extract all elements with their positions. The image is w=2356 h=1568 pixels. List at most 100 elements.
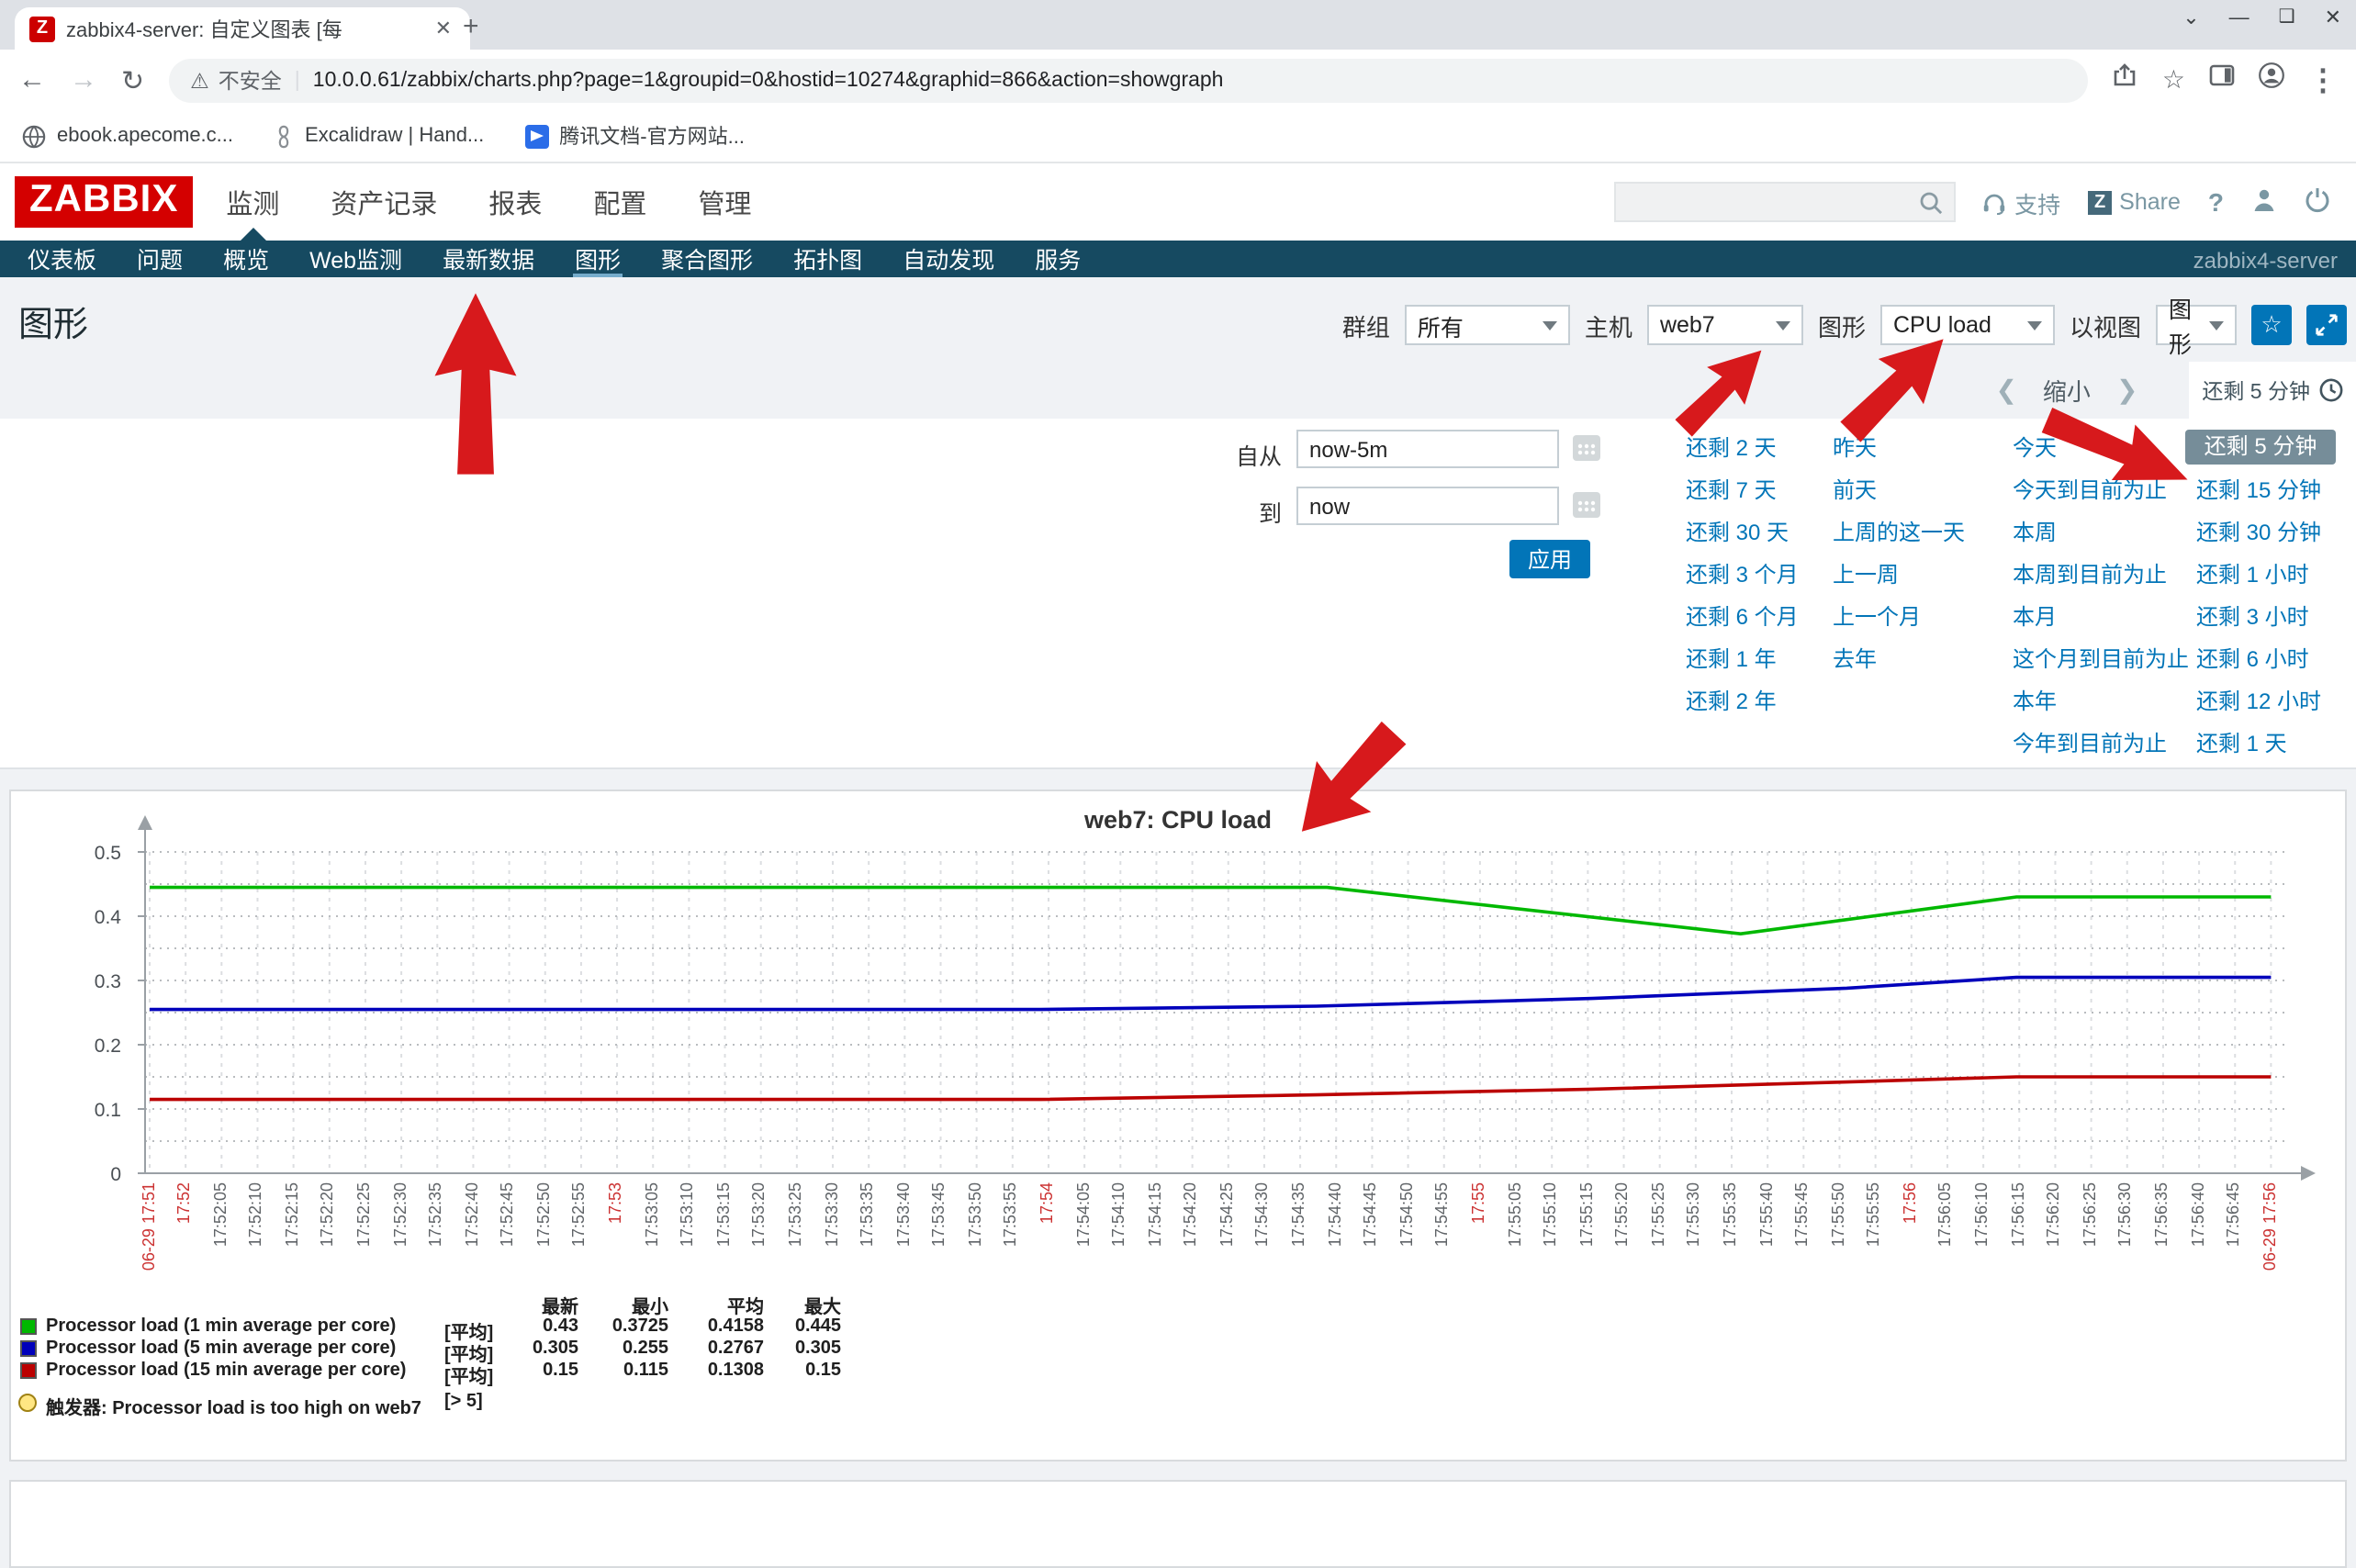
x-tick-label: 17:54:10 bbox=[1109, 1182, 1128, 1247]
zabbix-header: ZABBIX 监测资产记录报表配置管理 支持 Z Share ? bbox=[0, 163, 2356, 241]
tab-close-icon[interactable]: ✕ bbox=[432, 17, 455, 40]
from-input[interactable] bbox=[1296, 430, 1559, 468]
sub-nav-item-1[interactable]: 问题 bbox=[117, 241, 203, 281]
time-preset-link[interactable]: 还剩 30 天 bbox=[1686, 514, 1799, 556]
main-nav-item-2[interactable]: 报表 bbox=[488, 162, 542, 241]
trigger-label: 触发器: Processor load is too high on web7 bbox=[46, 1392, 421, 1419]
sub-nav-item-0[interactable]: 仪表板 bbox=[7, 241, 117, 281]
time-preset-link[interactable]: 还剩 1 年 bbox=[1686, 641, 1799, 683]
time-preset-link[interactable]: 上周的这一天 bbox=[1833, 514, 1965, 556]
time-preset-link[interactable]: 还剩 5 分钟 bbox=[2185, 430, 2336, 465]
side-panel-icon[interactable] bbox=[2209, 62, 2235, 97]
time-range-tab[interactable]: 还剩 5 分钟 bbox=[2189, 362, 2356, 419]
sub-nav-item-2[interactable]: 概览 bbox=[203, 241, 289, 281]
profile-avatar-icon[interactable] bbox=[2259, 62, 2284, 97]
legend-color-swatch bbox=[20, 1318, 37, 1335]
time-preset-link[interactable]: 还剩 3 个月 bbox=[1686, 556, 1799, 599]
group-select[interactable]: 所有 bbox=[1405, 305, 1570, 345]
sub-nav-item-5[interactable]: 图形 bbox=[555, 241, 641, 281]
chevron-down-icon bbox=[2209, 320, 2224, 330]
time-preset-link[interactable]: 还剩 7 天 bbox=[1686, 472, 1799, 514]
favourite-button[interactable]: ☆ bbox=[2251, 305, 2292, 345]
fullscreen-icon bbox=[2316, 314, 2338, 336]
sub-nav-item-8[interactable]: 自动发现 bbox=[882, 241, 1015, 281]
window-close-icon[interactable]: ✕ bbox=[2325, 6, 2341, 29]
main-nav: 监测资产记录报表配置管理 bbox=[226, 162, 751, 241]
bookmark-excalidraw[interactable]: Excalidraw | Hand... bbox=[274, 124, 484, 148]
time-preset-link[interactable]: 还剩 12 小时 bbox=[2196, 683, 2336, 725]
y-tick-label: 0 bbox=[81, 1164, 121, 1186]
fullscreen-button[interactable] bbox=[2306, 305, 2347, 345]
main-nav-item-4[interactable]: 管理 bbox=[698, 162, 751, 241]
bookmark-star-icon[interactable]: ☆ bbox=[2162, 64, 2185, 95]
time-preset-link[interactable]: 这个月到目前为止 bbox=[2013, 641, 2189, 683]
url-field[interactable]: ⚠ 不安全 | 10.0.0.61/zabbix/charts.php?page… bbox=[168, 58, 2089, 102]
bookmarks-bar: ebook.apecome.c... Excalidraw | Hand... … bbox=[0, 110, 2356, 163]
chevron-down-icon bbox=[2027, 320, 2042, 330]
main-nav-item-0[interactable]: 监测 bbox=[226, 162, 279, 241]
kebab-menu-icon[interactable]: ⋮ bbox=[2308, 62, 2338, 98]
apply-button[interactable]: 应用 bbox=[1509, 540, 1590, 578]
refresh-icon[interactable]: ↻ bbox=[121, 63, 144, 96]
logout-icon[interactable] bbox=[2305, 186, 2330, 218]
sub-nav-item-3[interactable]: Web监测 bbox=[289, 241, 422, 281]
legend-series-name: Processor load (1 min average per core) bbox=[46, 1316, 396, 1337]
time-preset-link[interactable]: 还剩 1 天 bbox=[2196, 725, 2336, 767]
main-nav-item-1[interactable]: 资产记录 bbox=[331, 162, 437, 241]
x-tick-label: 17:54:05 bbox=[1073, 1182, 1092, 1247]
legend-color-swatch bbox=[20, 1362, 37, 1379]
x-tick-label: 17:52:55 bbox=[570, 1182, 589, 1247]
time-preset-link[interactable]: 前天 bbox=[1833, 472, 1965, 514]
bookmark-ebook[interactable]: ebook.apecome.c... bbox=[22, 124, 233, 148]
main-nav-item-3[interactable]: 配置 bbox=[593, 162, 646, 241]
from-calendar-icon[interactable] bbox=[1572, 433, 1601, 463]
y-tick-label: 0.4 bbox=[81, 907, 121, 929]
share-icon[interactable] bbox=[2113, 62, 2138, 97]
window-minimize-icon[interactable]: — bbox=[2229, 6, 2249, 28]
sub-nav-item-9[interactable]: 服务 bbox=[1015, 241, 1101, 281]
time-preset-link[interactable]: 还剩 3 小时 bbox=[2196, 599, 2336, 641]
view-as-select[interactable]: 图形 bbox=[2156, 305, 2237, 345]
to-calendar-icon[interactable] bbox=[1572, 490, 1601, 520]
window-maximize-icon[interactable]: ❑ bbox=[2279, 7, 2295, 28]
forward-icon[interactable]: → bbox=[70, 64, 97, 95]
time-preset-link[interactable]: 还剩 2 年 bbox=[1686, 683, 1799, 725]
time-preset-link[interactable]: 本周到目前为止 bbox=[2013, 556, 2189, 599]
time-preset-link[interactable]: 还剩 6 个月 bbox=[1686, 599, 1799, 641]
legend-header: 最大 bbox=[749, 1291, 841, 1318]
time-preset-link[interactable]: 上一周 bbox=[1833, 556, 1965, 599]
time-preset-link[interactable]: 上一个月 bbox=[1833, 599, 1965, 641]
sub-nav-item-4[interactable]: 最新数据 bbox=[422, 241, 555, 281]
tab-title: zabbix4-server: 自定义图表 [每 bbox=[66, 14, 421, 43]
page-title: 图形 bbox=[18, 297, 88, 347]
time-preset-link[interactable]: 本年 bbox=[2013, 683, 2189, 725]
help-icon[interactable]: ? bbox=[2208, 187, 2224, 217]
chart-container[interactable]: web7: CPU load 00.10.20.30.40.5 06-29 17… bbox=[9, 790, 2347, 1462]
sub-nav-item-6[interactable]: 聚合图形 bbox=[641, 241, 773, 281]
user-profile-icon[interactable] bbox=[2251, 186, 2277, 218]
browser-tab[interactable]: Z zabbix4-server: 自定义图表 [每 ✕ bbox=[15, 7, 470, 50]
to-input[interactable] bbox=[1296, 487, 1559, 525]
time-preset-link[interactable]: 还剩 6 小时 bbox=[2196, 641, 2336, 683]
time-back-icon[interactable]: ❮ bbox=[1969, 375, 2042, 406]
time-preset-link[interactable]: 还剩 15 分钟 bbox=[2196, 472, 2336, 514]
time-preset-link[interactable]: 去年 bbox=[1833, 641, 1965, 683]
new-tab-button[interactable]: + bbox=[463, 11, 479, 42]
security-warning[interactable]: ⚠ 不安全 bbox=[190, 65, 282, 95]
time-preset-link[interactable]: 还剩 30 分钟 bbox=[2196, 514, 2336, 556]
time-preset-link[interactable]: 还剩 1 小时 bbox=[2196, 556, 2336, 599]
time-preset-link[interactable]: 今年到目前为止 bbox=[2013, 725, 2189, 767]
bookmark-tencent-docs[interactable]: 腾讯文档-官方网站... bbox=[524, 121, 745, 151]
share-link[interactable]: Z Share bbox=[2088, 189, 2181, 215]
sub-nav-item-7[interactable]: 拓扑图 bbox=[773, 241, 882, 281]
zabbix-logo[interactable]: ZABBIX bbox=[15, 176, 193, 228]
global-search-input[interactable] bbox=[1614, 182, 1956, 222]
time-preset-link[interactable]: 本周 bbox=[2013, 514, 2189, 556]
window-menu-icon[interactable]: ⌄ bbox=[2182, 6, 2199, 29]
support-link[interactable]: 支持 bbox=[1981, 185, 2060, 219]
time-preset-link[interactable]: 本月 bbox=[2013, 599, 2189, 641]
host-select[interactable]: web7 bbox=[1647, 305, 1803, 345]
chevron-down-icon bbox=[1543, 320, 1557, 330]
time-forward-icon[interactable]: ❯ bbox=[2091, 375, 2163, 406]
back-icon[interactable]: ← bbox=[18, 64, 46, 95]
